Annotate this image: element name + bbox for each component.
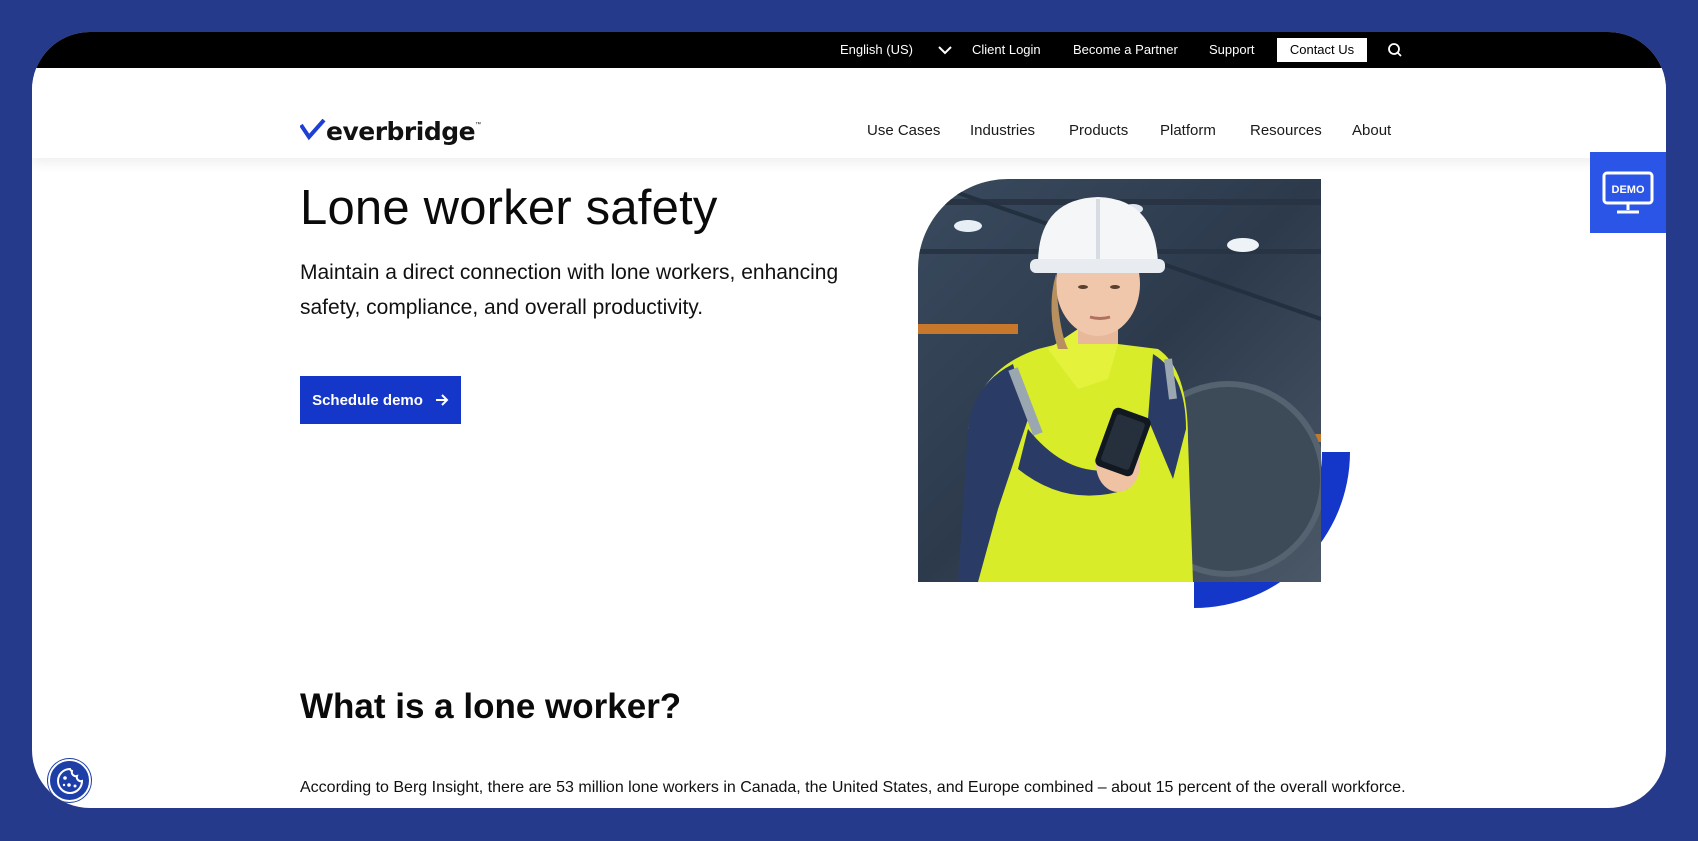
schedule-demo-label: Schedule demo xyxy=(312,391,423,409)
logo-trademark: ™ xyxy=(475,122,482,128)
hero-title: Lone worker safety xyxy=(300,181,718,235)
worker-illustration xyxy=(918,179,1321,582)
client-login-link[interactable]: Client Login xyxy=(972,32,1041,68)
nav-industries[interactable]: Industries xyxy=(970,116,1035,146)
browser-page-frame: English (US) Client Login Become a Partn… xyxy=(32,32,1666,808)
main-navigation: everbridge ™ Use Cases Industries Produc… xyxy=(32,68,1666,158)
nav-products[interactable]: Products xyxy=(1069,116,1128,146)
hero-image-worker-with-phone xyxy=(918,179,1321,582)
demo-floating-tab[interactable]: DEMO xyxy=(1590,152,1666,233)
nav-platform[interactable]: Platform xyxy=(1160,116,1216,146)
demo-tab-label: DEMO xyxy=(1612,184,1645,196)
cookie-icon xyxy=(56,767,83,794)
hero-subtitle: Maintain a direct connection with lone w… xyxy=(300,261,839,319)
nav-about[interactable]: About xyxy=(1352,116,1391,146)
contact-us-button[interactable]: Contact Us xyxy=(1277,38,1367,62)
section-title: What is a lone worker? xyxy=(300,687,682,726)
support-link[interactable]: Support xyxy=(1209,32,1255,68)
logo-wordmark: everbridge xyxy=(326,116,476,146)
cookie-settings-button[interactable] xyxy=(48,759,91,802)
logo-checkmark-icon xyxy=(300,119,326,141)
arrow-right-icon xyxy=(435,394,449,406)
schedule-demo-button[interactable]: Schedule demo xyxy=(300,376,461,424)
nav-resources[interactable]: Resources xyxy=(1250,116,1322,146)
everbridge-logo[interactable]: everbridge ™ xyxy=(300,114,481,148)
monitor-icon: DEMO xyxy=(1602,171,1654,213)
utility-bar: English (US) Client Login Become a Partn… xyxy=(32,32,1666,68)
search-icon[interactable] xyxy=(1387,42,1403,58)
chevron-down-icon[interactable] xyxy=(938,44,952,56)
become-partner-link[interactable]: Become a Partner xyxy=(1073,32,1178,68)
language-selector[interactable]: English (US) xyxy=(840,32,913,68)
nav-use-cases[interactable]: Use Cases xyxy=(867,116,940,146)
section-body: According to Berg Insight, there are 53 … xyxy=(300,779,1406,796)
